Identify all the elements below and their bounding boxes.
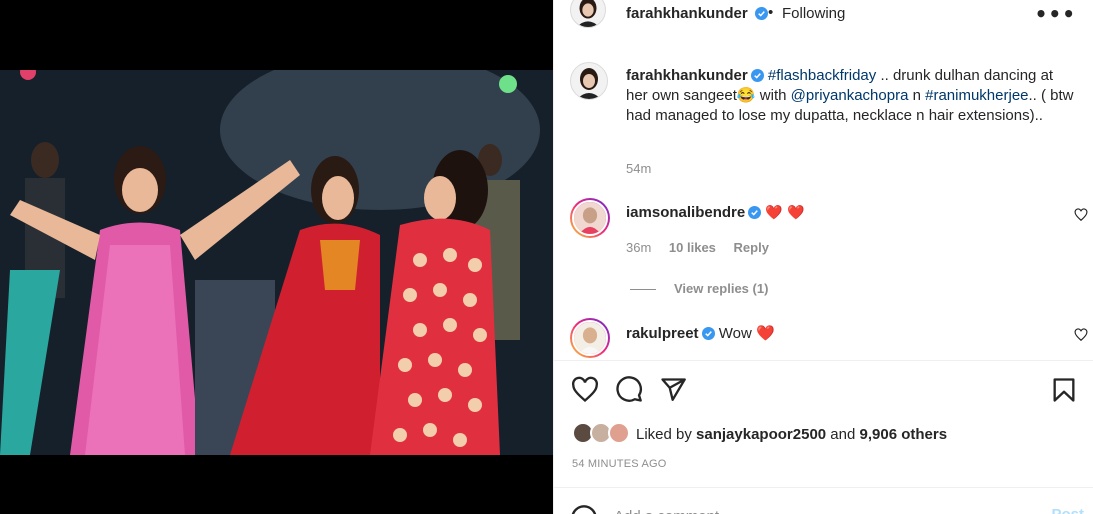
liked-by-row: Liked by sanjaykapoor2500 and 9,906 othe… [554, 420, 1093, 448]
post-header: farahkhankunder • Following ••• [554, 0, 1093, 30]
verified-badge-icon [701, 327, 715, 340]
comment-time[interactable]: 36m [626, 240, 651, 255]
hashtag-link[interactable]: #flashbackfriday [768, 67, 876, 84]
reply-button[interactable]: Reply [734, 240, 769, 255]
comment-like-heart-icon[interactable] [1074, 328, 1088, 342]
comment-text: ❤️ ❤️ [765, 205, 805, 221]
view-replies-label[interactable]: View replies (1) [674, 281, 768, 296]
post-timestamp[interactable]: 54 MINUTES AGO [572, 458, 667, 470]
party-photo-illustration [0, 70, 553, 455]
caption-segment: n [908, 87, 926, 104]
caption-timestamp[interactable]: 54m [626, 161, 651, 176]
comment-likes[interactable]: 10 likes [669, 240, 716, 255]
comments-list[interactable]: farahkhankunder #flashbackfriday .. drun… [554, 52, 1093, 360]
more-options-icon[interactable]: ••• [1035, 2, 1076, 26]
separator-dot: • [768, 4, 774, 21]
post-side-panel: farahkhankunder • Following ••• farahkha… [553, 0, 1093, 514]
comment-text: Wow ❤️ [718, 325, 775, 342]
replies-divider [630, 289, 656, 291]
hashtag-link[interactable]: #ranimukherjee [925, 87, 1028, 104]
verified-badge-icon [750, 69, 764, 82]
comment-body: iamsonalibendre ❤️ ❤️ [626, 204, 805, 221]
commenter-username[interactable]: rakulpreet [626, 325, 699, 342]
liked-by-middle: and [826, 426, 860, 443]
verified-badge-icon [748, 206, 762, 219]
comment-icon[interactable] [615, 376, 643, 404]
caption-segment: with [755, 87, 791, 104]
liked-by-prefix: Liked by [636, 426, 697, 443]
mention-link[interactable]: @priyankachopra [791, 87, 909, 104]
liked-by-others[interactable]: 9,906 others [860, 426, 948, 443]
post-comment-button[interactable]: Post [1051, 506, 1084, 514]
author-avatar[interactable] [570, 0, 606, 28]
caption-username[interactable]: farahkhankunder [626, 67, 748, 84]
commenter-username[interactable]: iamsonalibendre [626, 204, 745, 221]
following-button[interactable]: Following [782, 5, 845, 22]
caption-author-avatar[interactable] [570, 62, 608, 100]
liked-by-text: Liked by sanjaykapoor2500 and 9,906 othe… [636, 426, 947, 443]
liker-avatar[interactable] [608, 422, 630, 444]
liked-by-user[interactable]: sanjaykapoor2500 [696, 426, 826, 443]
comment-input[interactable] [614, 504, 1014, 514]
comment-like-heart-icon[interactable] [1074, 208, 1088, 222]
post-photo[interactable] [0, 70, 553, 455]
laughing-emoji-icon: 😂 [736, 87, 756, 104]
view-replies-button[interactable]: View replies (1) [630, 281, 768, 296]
caption-text: farahkhankunder #flashbackfriday .. drun… [626, 66, 1076, 126]
author-username-text[interactable]: farahkhankunder [626, 5, 748, 22]
commenter-avatar[interactable] [570, 198, 610, 238]
bookmark-icon[interactable] [1050, 376, 1078, 404]
post-actions-bar [554, 360, 1093, 420]
media-pane [0, 0, 553, 514]
heart-icon[interactable] [571, 376, 599, 404]
paper-plane-icon[interactable] [659, 376, 687, 404]
verified-badge-icon [754, 7, 768, 20]
author-username[interactable]: farahkhankunder [626, 5, 768, 22]
add-comment-bar: Post [554, 487, 1093, 514]
comment-meta: 36m 10 likes Reply [626, 240, 783, 255]
emoji-icon[interactable] [570, 504, 598, 514]
commenter-avatar[interactable] [570, 318, 610, 358]
comment-body: rakulpreet Wow ❤️ [626, 324, 775, 342]
